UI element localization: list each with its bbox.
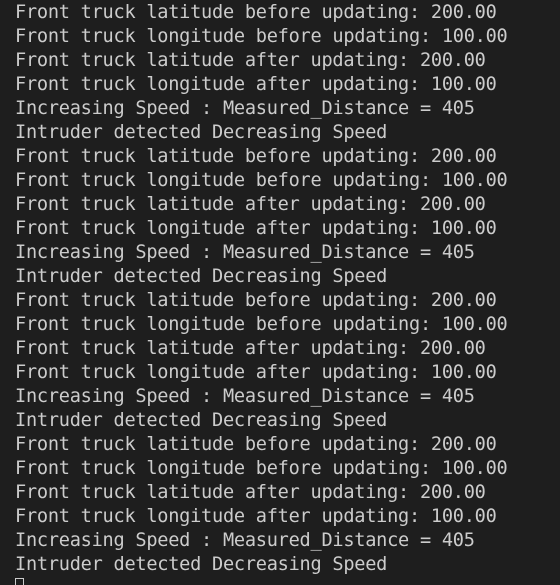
output-line: Front truck longitude after updating: 10… <box>15 74 497 95</box>
output-line: Front truck longitude after updating: 10… <box>15 506 497 527</box>
output-line: Front truck longitude before updating: 1… <box>15 170 508 191</box>
output-line: Front truck latitude after updating: 200… <box>15 338 486 359</box>
terminal-output[interactable]: Front truck latitude before updating: 20… <box>0 0 560 585</box>
output-line: Front truck latitude after updating: 200… <box>15 482 486 503</box>
output-line: Front truck latitude after updating: 200… <box>15 194 486 215</box>
output-line: Front truck longitude after updating: 10… <box>15 362 497 383</box>
output-line: Front truck longitude before updating: 1… <box>15 458 508 479</box>
output-line: Intruder detected Decreasing Speed <box>15 266 388 287</box>
output-line: Increasing Speed : Measured_Distance = 4… <box>15 242 475 263</box>
output-line: Front truck latitude after updating: 200… <box>15 50 486 71</box>
output-line: Intruder detected Decreasing Speed <box>15 122 388 143</box>
output-line: Increasing Speed : Measured_Distance = 4… <box>15 530 475 551</box>
output-line: Front truck latitude before updating: 20… <box>15 290 497 311</box>
output-line: Front truck latitude before updating: 20… <box>15 146 497 167</box>
output-line: Front truck latitude before updating: 20… <box>15 2 497 23</box>
output-line: Increasing Speed : Measured_Distance = 4… <box>15 386 475 407</box>
output-line: Intruder detected Decreasing Speed <box>15 410 388 431</box>
output-line: Front truck latitude before updating: 20… <box>15 434 497 455</box>
output-line: Increasing Speed : Measured_Distance = 4… <box>15 98 475 119</box>
output-line: Front truck longitude before updating: 1… <box>15 314 508 335</box>
cursor-row <box>15 577 560 585</box>
output-line: Intruder detected Decreasing Speed <box>15 554 388 575</box>
terminal-cursor <box>15 578 24 585</box>
output-line: Front truck longitude before updating: 1… <box>15 26 508 47</box>
output-line: Front truck longitude after updating: 10… <box>15 218 497 239</box>
